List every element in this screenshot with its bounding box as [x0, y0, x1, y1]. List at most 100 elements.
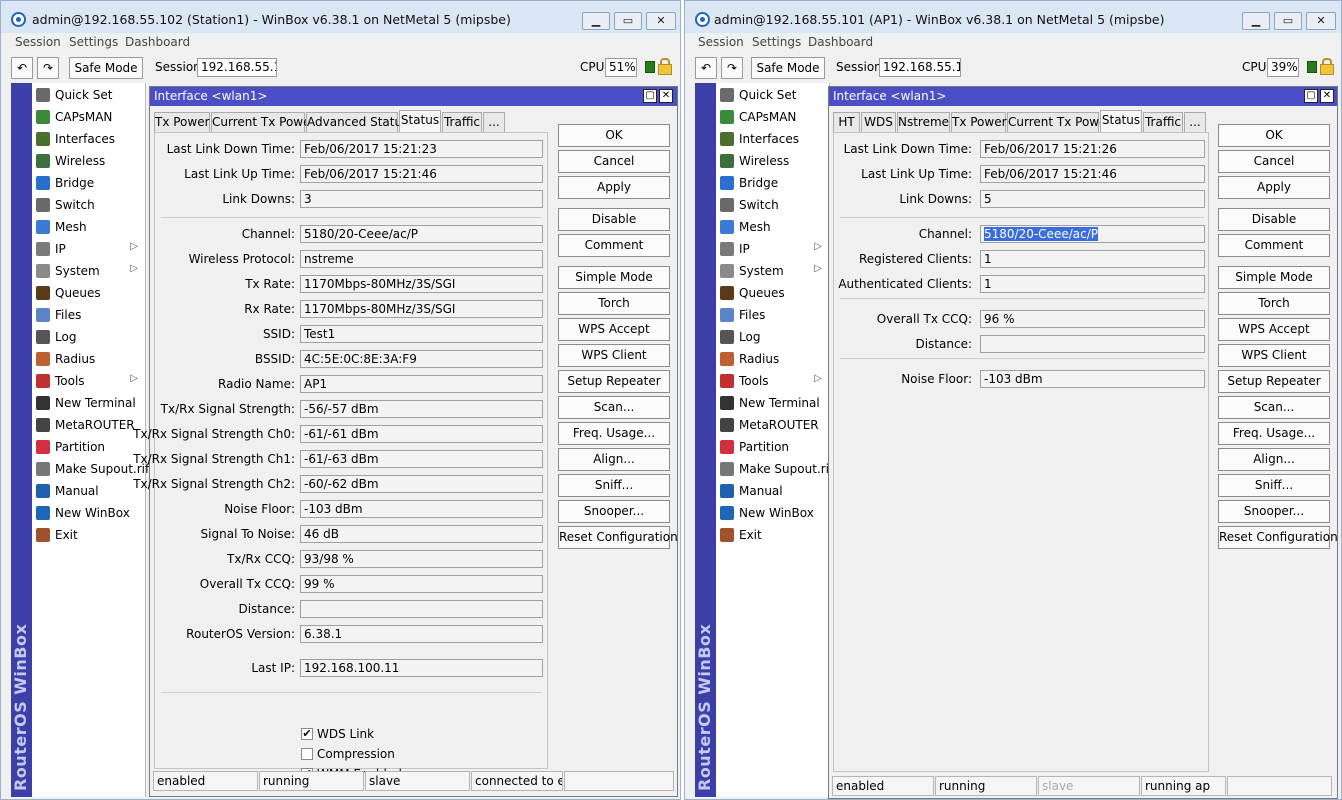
simple-mode-button[interactable]: Simple Mode	[558, 266, 670, 289]
sidebar-item[interactable]: Mesh	[716, 216, 830, 238]
sidebar-item[interactable]: Partition	[32, 436, 146, 458]
align-button[interactable]: Align...	[558, 448, 670, 471]
sidebar-item[interactable]: Bridge	[716, 172, 830, 194]
sidebar-item[interactable]: Quick Set	[716, 84, 830, 106]
sidebar-item[interactable]: Mesh	[32, 216, 146, 238]
menu-session[interactable]: Session	[15, 35, 61, 49]
sidebar-item[interactable]: Switch	[32, 194, 146, 216]
panel-close-button[interactable]: ✕	[1320, 89, 1334, 103]
close-button[interactable]: ✕	[646, 12, 676, 30]
setup-repeater-button[interactable]: Setup Repeater	[558, 370, 670, 393]
panel-title-bar[interactable]: Interface <wlan1> ▢ ✕	[150, 87, 677, 106]
sidebar-item[interactable]: Files	[716, 304, 830, 326]
checkbox[interactable]: ✔	[301, 728, 313, 740]
sidebar-item[interactable]: Switch	[716, 194, 830, 216]
sidebar-item[interactable]: Queues	[716, 282, 830, 304]
sniff-button[interactable]: Sniff...	[1218, 474, 1330, 497]
tab-nstreme[interactable]: Nstreme	[897, 112, 950, 132]
sidebar-item[interactable]: New WinBox	[32, 502, 146, 524]
sidebar-item[interactable]: CAPsMAN	[32, 106, 146, 128]
sidebar-item[interactable]: Files	[32, 304, 146, 326]
sidebar-item[interactable]: Queues	[32, 282, 146, 304]
tab-tx-power[interactable]: Tx Power	[154, 112, 210, 132]
safe-mode-button[interactable]: Safe Mode	[69, 57, 143, 79]
sidebar-item[interactable]: Tools ▷	[716, 370, 830, 392]
simple-mode-button[interactable]: Simple Mode	[1218, 266, 1330, 289]
sidebar-item[interactable]: Partition	[716, 436, 830, 458]
maximize-button[interactable]: ▭	[1274, 12, 1302, 30]
maximize-button[interactable]: ▭	[614, 12, 642, 30]
sidebar-item[interactable]: Make Supout.rif	[716, 458, 833, 480]
tab-current-tx-power[interactable]: Current Tx Power	[1007, 112, 1111, 132]
sidebar-item[interactable]: Interfaces	[32, 128, 146, 150]
minimize-button[interactable]: ▁	[582, 12, 610, 30]
setup-repeater-button[interactable]: Setup Repeater	[1218, 370, 1330, 393]
panel-close-button[interactable]: ✕	[659, 89, 673, 103]
checkbox[interactable]	[301, 748, 313, 760]
tab-wds[interactable]: WDS	[861, 112, 896, 132]
undo-button[interactable]: ↶	[11, 57, 33, 79]
freq-usage-button[interactable]: Freq. Usage...	[558, 422, 670, 445]
title-bar[interactable]: admin@192.168.55.101 (AP1) - WinBox v6.3…	[685, 1, 1341, 33]
sidebar-item[interactable]: New WinBox	[716, 502, 830, 524]
align-button[interactable]: Align...	[1218, 448, 1330, 471]
sidebar-item[interactable]: New Terminal	[32, 392, 146, 414]
redo-button[interactable]: ↷	[721, 57, 743, 79]
menu-settings[interactable]: Settings	[752, 35, 801, 49]
cancel-button[interactable]: Cancel	[1218, 150, 1330, 173]
disable-button[interactable]: Disable	[558, 208, 670, 231]
ok-button[interactable]: OK	[558, 124, 670, 147]
tab-more[interactable]: ...	[483, 112, 505, 132]
disable-button[interactable]: Disable	[1218, 208, 1330, 231]
close-button[interactable]: ✕	[1306, 12, 1336, 30]
sidebar-item[interactable]: Exit	[32, 524, 146, 546]
title-bar[interactable]: admin@192.168.55.102 (Station1) - WinBox…	[1, 1, 680, 33]
cancel-button[interactable]: Cancel	[558, 150, 670, 173]
tab-tx-power[interactable]: Tx Power	[951, 112, 1007, 132]
torch-button[interactable]: Torch	[1218, 292, 1330, 315]
sidebar-item[interactable]: Bridge	[32, 172, 146, 194]
redo-button[interactable]: ↷	[37, 57, 59, 79]
menu-dashboard[interactable]: Dashboard	[125, 35, 190, 49]
sidebar-item[interactable]: Manual	[716, 480, 830, 502]
snooper-button[interactable]: Snooper...	[558, 500, 670, 523]
wps-accept-button[interactable]: WPS Accept	[1218, 318, 1330, 341]
snooper-button[interactable]: Snooper...	[1218, 500, 1330, 523]
ok-button[interactable]: OK	[1218, 124, 1330, 147]
comment-button[interactable]: Comment	[1218, 234, 1330, 257]
wps-client-button[interactable]: WPS Client	[558, 344, 670, 367]
tab-ht[interactable]: HT	[833, 112, 860, 132]
sidebar-item[interactable]: Exit	[716, 524, 830, 546]
sidebar-item[interactable]: New Terminal	[716, 392, 830, 414]
undo-button[interactable]: ↶	[695, 57, 717, 79]
tab-traffic[interactable]: Traffic	[442, 112, 482, 132]
sidebar-item[interactable]: System ▷	[716, 260, 830, 282]
sidebar-item[interactable]: Quick Set	[32, 84, 146, 106]
sidebar-item[interactable]: IP ▷	[32, 238, 146, 260]
sidebar-item[interactable]: Tools ▷	[32, 370, 146, 392]
comment-button[interactable]: Comment	[558, 234, 670, 257]
sidebar-item[interactable]: IP ▷	[716, 238, 830, 260]
sidebar-item[interactable]: Interfaces	[716, 128, 830, 150]
tab-more[interactable]: ...	[1184, 112, 1206, 132]
tab-status[interactable]: Status	[1100, 110, 1142, 132]
tab-traffic[interactable]: Traffic	[1143, 112, 1183, 132]
sidebar-item[interactable]: Log	[32, 326, 146, 348]
sidebar-item[interactable]: Log	[716, 326, 830, 348]
tab-status[interactable]: Status	[399, 110, 441, 132]
minimize-button[interactable]: ▁	[1242, 12, 1270, 30]
freq-usage-button[interactable]: Freq. Usage...	[1218, 422, 1330, 445]
sidebar-item[interactable]: MetaROUTER	[716, 414, 830, 436]
menu-session[interactable]: Session	[698, 35, 744, 49]
sidebar-item[interactable]: MetaROUTER	[32, 414, 146, 436]
tab-advanced-status[interactable]: Advanced Status	[306, 112, 408, 132]
panel-title-bar[interactable]: Interface <wlan1> ▢ ✕	[829, 87, 1337, 106]
sidebar-item[interactable]: Radius	[32, 348, 146, 370]
sidebar-item[interactable]: Wireless	[32, 150, 146, 172]
menu-dashboard[interactable]: Dashboard	[808, 35, 873, 49]
sidebar-item[interactable]: System ▷	[32, 260, 146, 282]
panel-maximize-button[interactable]: ▢	[1304, 89, 1318, 103]
apply-button[interactable]: Apply	[558, 176, 670, 199]
torch-button[interactable]: Torch	[558, 292, 670, 315]
reset-configuration-button[interactable]: Reset Configuration	[1218, 526, 1338, 549]
